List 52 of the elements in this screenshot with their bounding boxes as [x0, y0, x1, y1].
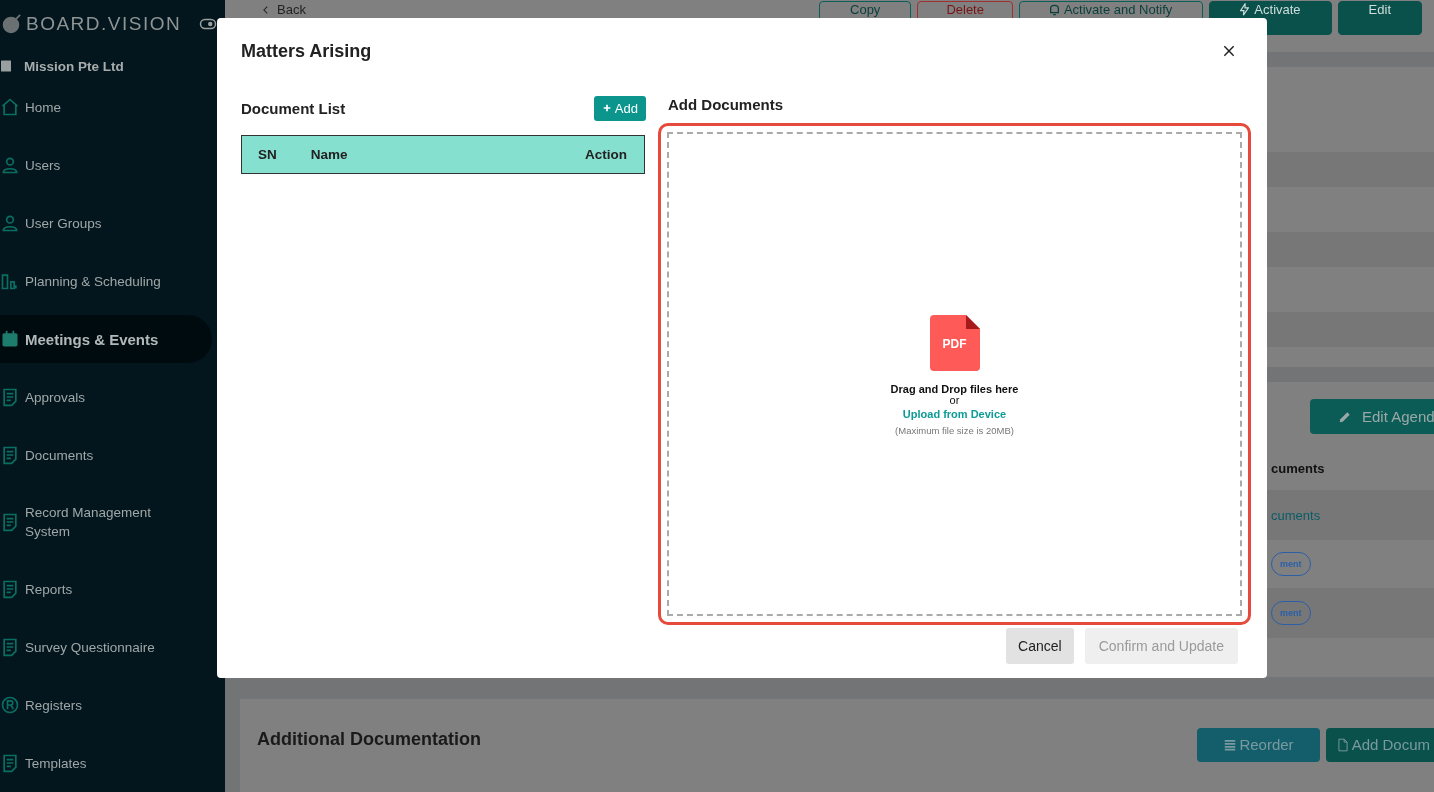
column-header: Name	[310, 147, 349, 162]
sidebar-item[interactable]: Documents	[0, 426, 212, 484]
section-title: Document List	[241, 99, 346, 117]
document-icon	[0, 637, 20, 657]
list-icon	[1223, 737, 1238, 752]
document-icon	[0, 445, 20, 465]
column-header: cuments	[1271, 460, 1325, 476]
file-type-label: PDF	[941, 336, 968, 351]
lightning-icon	[1240, 3, 1250, 16]
document-icon	[0, 753, 20, 773]
sidebar-item[interactable]: User Groups	[0, 194, 212, 252]
drop-instruction: Drag and Drop files here	[890, 382, 1019, 395]
document-icon	[0, 512, 20, 532]
user-icon	[0, 155, 20, 175]
file-icon	[1335, 737, 1350, 752]
column-header: Action	[585, 147, 627, 162]
section-title: Additional Documentation	[257, 729, 481, 750]
pencil-icon	[1338, 409, 1352, 424]
sidebar-item[interactable]: Meetings & Events	[0, 315, 212, 363]
brand-name: BOARD.VISION	[26, 12, 182, 35]
home-icon	[0, 97, 20, 117]
calendar-icon	[0, 329, 20, 349]
pdf-file-icon	[929, 314, 980, 371]
bell-icon	[1049, 3, 1059, 16]
document-icon	[0, 387, 20, 407]
action-button[interactable]: Edit	[1337, 1, 1422, 35]
plus-icon	[601, 103, 612, 113]
sidebar-item[interactable]: Registers	[0, 676, 212, 734]
add-button[interactable]: Add	[593, 95, 646, 121]
sidebar-item[interactable]: Approvals	[0, 368, 212, 426]
section-title: Add Documents	[668, 95, 784, 114]
column-header: SN	[258, 147, 277, 162]
cancel-button[interactable]: Cancel	[1006, 628, 1074, 664]
sidebar-item[interactable]: Home	[0, 85, 212, 136]
back-link[interactable]: Back	[261, 2, 306, 17]
user-icon	[0, 213, 20, 233]
registered-icon	[0, 695, 20, 715]
sidebar-item[interactable]: Users	[0, 136, 212, 194]
close-icon	[1221, 43, 1237, 59]
sidebar-item[interactable]: Survey Questionnaire	[0, 618, 212, 676]
logo-icon	[0, 11, 22, 36]
company-name: Mission Pte Ltd	[24, 58, 124, 74]
drop-zone[interactable]: PDF Drag and Drop files here or Upload from Device (Maximum file size is 20MB)	[658, 123, 1251, 625]
sidebar-item[interactable]: Planning & Scheduling	[0, 252, 212, 310]
chart-icon	[0, 271, 20, 291]
dialog-title: Matters Arising	[241, 40, 372, 62]
or-label: or	[949, 394, 960, 406]
sidebar-item[interactable]: Record Management System	[0, 484, 180, 560]
sidebar-item[interactable]: Reports	[0, 560, 212, 618]
sidebar-item[interactable]: Templates	[0, 734, 212, 792]
document-icon	[0, 579, 20, 599]
file-size-hint: (Maximum file size is 20MB)	[895, 424, 1014, 436]
